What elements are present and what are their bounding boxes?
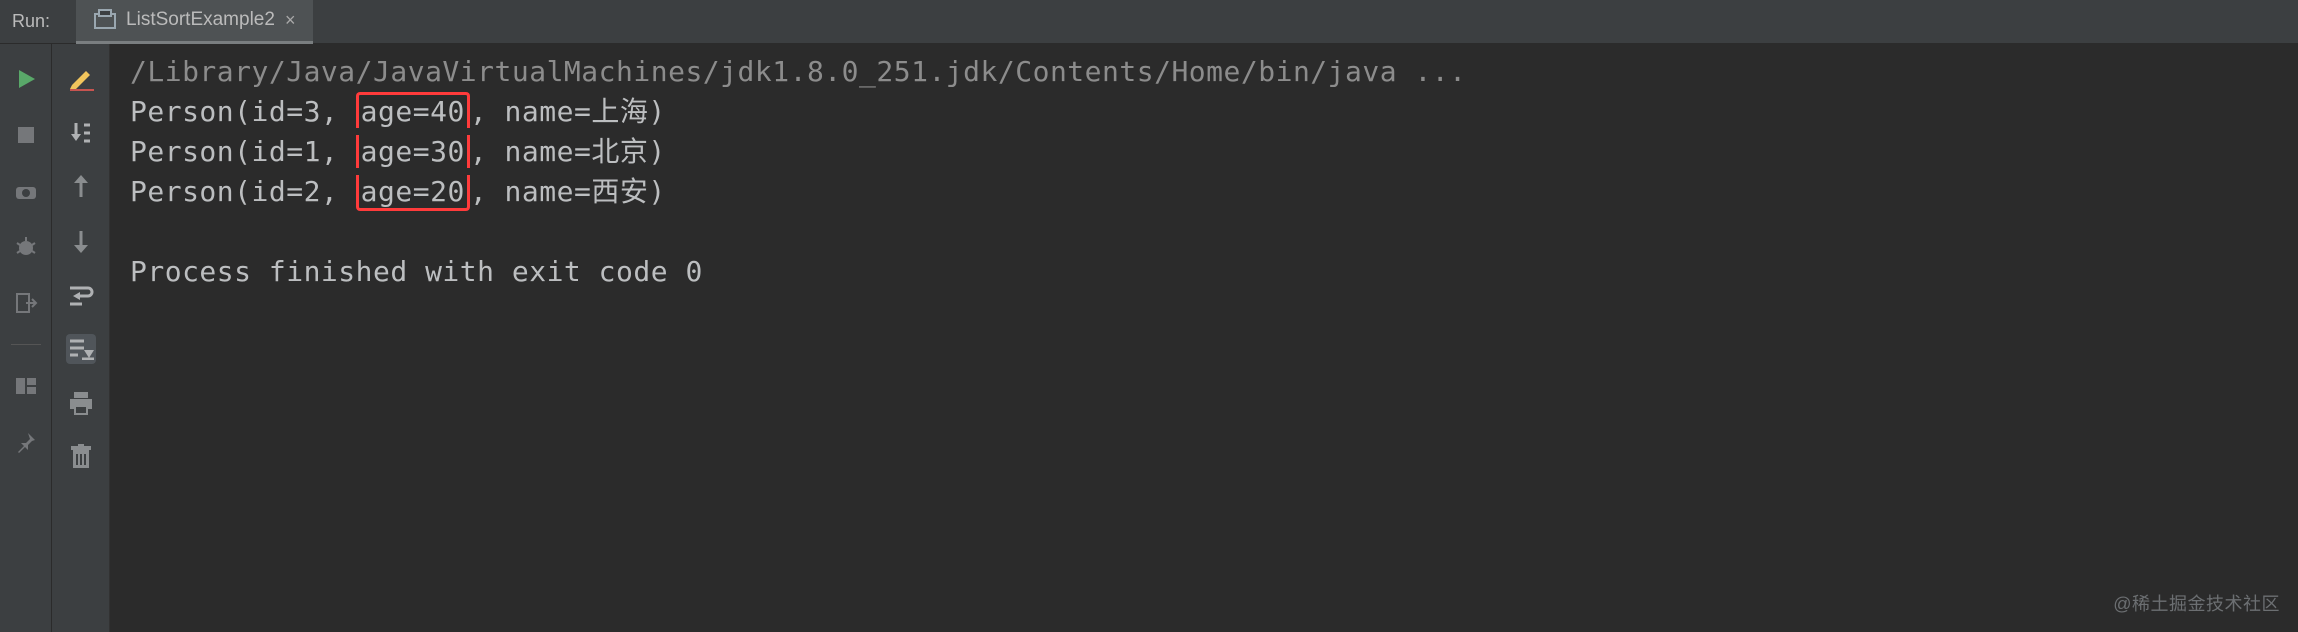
trash-icon[interactable] [66, 442, 96, 472]
highlight-icon[interactable] [66, 64, 96, 94]
down-arrow-icon[interactable] [66, 226, 96, 256]
exit-line: Process finished with exit code 0 [130, 252, 2298, 292]
stop-button[interactable] [11, 120, 41, 150]
output-row: Person(id=2, age=20, name=西安) [130, 172, 2298, 212]
run-tab[interactable]: ListSortExample2 × [76, 0, 313, 44]
run-config-icon [94, 9, 116, 31]
console-output[interactable]: /Library/Java/JavaVirtualMachines/jdk1.8… [110, 44, 2298, 632]
output-row: Person(id=1, age=30, name=北京) [130, 132, 2298, 172]
dump-threads-button[interactable] [11, 176, 41, 206]
run-left-gutter [0, 44, 52, 632]
watermark: @稀土掘金技术社区 [2113, 584, 2280, 624]
debug-button[interactable] [11, 232, 41, 262]
command-line: /Library/Java/JavaVirtualMachines/jdk1.8… [130, 52, 2298, 92]
blank-line [130, 212, 2298, 252]
soft-wrap-icon[interactable] [66, 280, 96, 310]
run-label: Run: [0, 11, 76, 32]
pin-button[interactable] [11, 427, 41, 457]
print-icon[interactable] [66, 388, 96, 418]
up-arrow-icon[interactable] [66, 172, 96, 202]
scroll-to-end-icon[interactable] [66, 334, 96, 364]
highlight-box: age=40 [356, 92, 470, 128]
console-gutter [52, 44, 110, 632]
close-tab-icon[interactable]: × [285, 10, 296, 31]
run-toolwindow-body: /Library/Java/JavaVirtualMachines/jdk1.8… [0, 44, 2298, 632]
highlight-box: age=20 [356, 175, 470, 211]
rerun-button[interactable] [11, 64, 41, 94]
output-row: Person(id=3, age=40, name=上海) [130, 92, 2298, 132]
step-down-icon[interactable] [66, 118, 96, 148]
exit-button[interactable] [11, 288, 41, 318]
run-toolwindow-header: Run: ListSortExample2 × [0, 0, 2298, 44]
gutter-separator [11, 344, 41, 345]
highlight-box: age=30 [356, 135, 470, 168]
run-tab-label: ListSortExample2 [126, 9, 275, 31]
layout-button[interactable] [11, 371, 41, 401]
